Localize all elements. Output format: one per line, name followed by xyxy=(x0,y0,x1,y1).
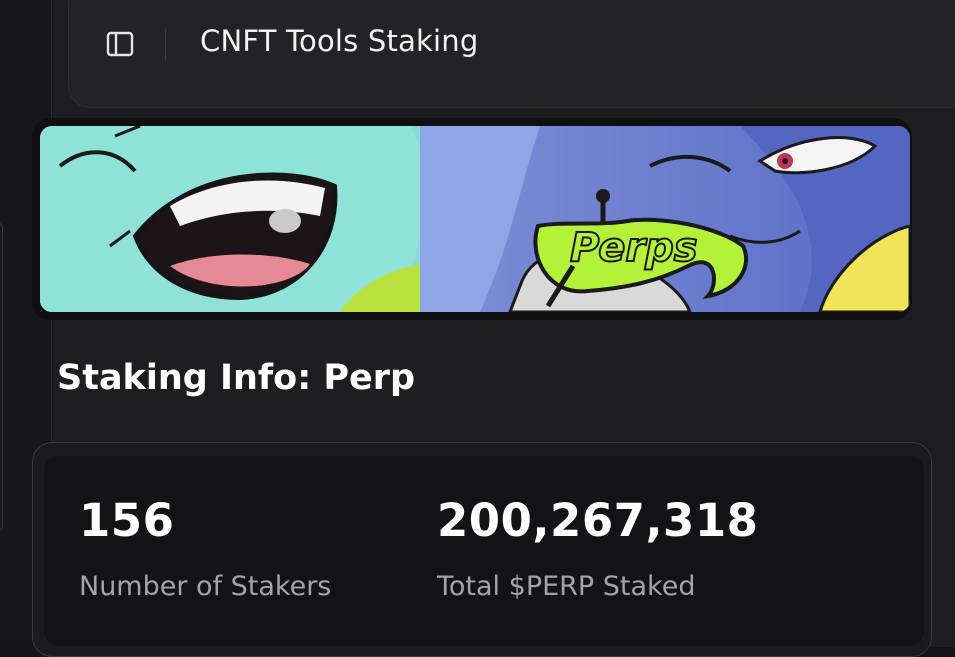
stat-value: 156 xyxy=(79,494,175,547)
sidebar-panel-edge xyxy=(0,222,3,532)
banner-illustration: Perps xyxy=(40,126,910,312)
sidebar-toggle-button[interactable] xyxy=(106,30,134,58)
header-divider xyxy=(165,29,166,60)
stat-label: Number of Stakers xyxy=(79,571,332,602)
sidebar-toggle-icon xyxy=(106,31,134,57)
page-title: CNFT Tools Staking xyxy=(200,24,479,58)
collection-banner: Perps xyxy=(40,126,910,312)
section-title: Staking Info: Perp xyxy=(57,358,416,398)
stat-total-staked: 200,267,318 Total $PERP Staked xyxy=(437,494,759,602)
banner-logo-text: Perps xyxy=(570,225,698,271)
stat-number-of-stakers: 156 Number of Stakers xyxy=(79,494,331,602)
stat-value: 200,267,318 xyxy=(437,494,759,547)
stat-label: Total $PERP Staked xyxy=(437,571,696,602)
